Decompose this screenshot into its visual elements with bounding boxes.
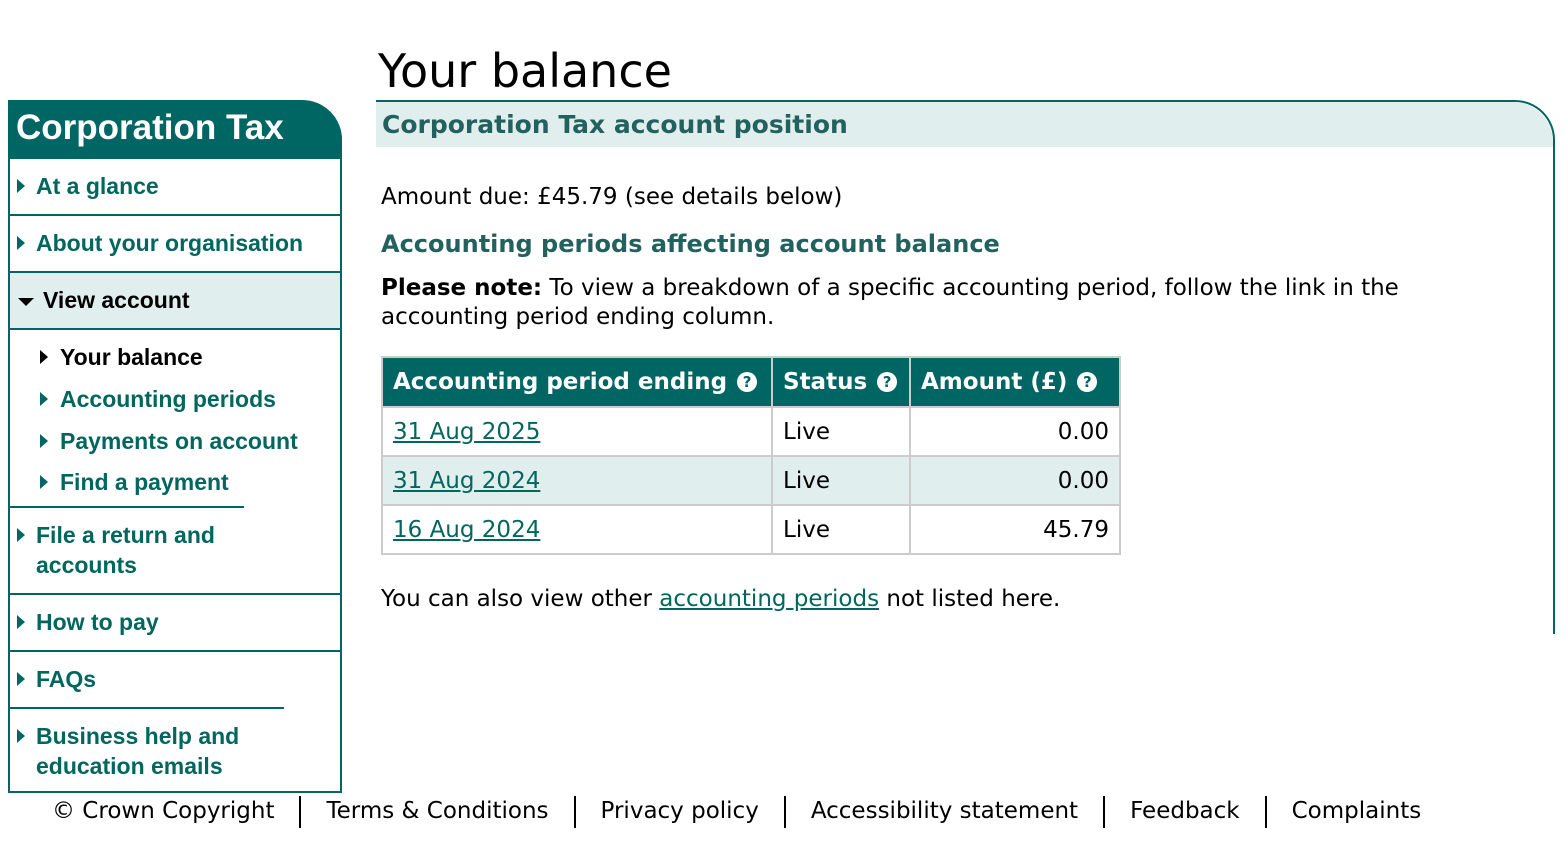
other-periods-text: You can also view other accounting perio… xyxy=(381,586,1060,612)
sidebar-nav: Corporation Tax At a glance About your o… xyxy=(8,100,342,793)
triangle-right-icon xyxy=(17,179,25,193)
footer-complaints-link[interactable]: Complaints xyxy=(1292,798,1422,830)
footer-privacy-link[interactable]: Privacy policy xyxy=(601,798,759,830)
divider xyxy=(299,796,302,828)
header-label: Accounting period ending xyxy=(393,369,728,395)
footer-terms-link[interactable]: Terms & Conditions xyxy=(326,798,548,830)
sidebar-subitem-accounting-periods[interactable]: Accounting periods xyxy=(10,378,340,420)
sidebar-subitem-find-payment[interactable]: Find a payment xyxy=(10,461,340,502)
sidebar-item-view-account[interactable]: View account xyxy=(10,271,340,328)
help-icon[interactable]: ? xyxy=(1077,372,1098,392)
triangle-right-icon xyxy=(40,350,48,364)
table-header-row: Accounting period ending? Status? Amount… xyxy=(381,356,1121,408)
amount-cell: 45.79 xyxy=(909,504,1121,555)
amount-due: Amount due: £45.79 (see details below) xyxy=(381,184,843,210)
triangle-right-icon xyxy=(40,475,48,489)
sidebar-item-label: At a glance xyxy=(36,173,159,199)
sidebar-title: Corporation Tax xyxy=(8,100,342,157)
amount-cell: 0.00 xyxy=(909,455,1121,506)
divider xyxy=(783,796,786,828)
header-label: Status xyxy=(783,369,868,395)
triangle-right-icon xyxy=(40,392,48,406)
header-amount: Amount (£)? xyxy=(909,356,1121,408)
sidebar-item-about-organisation[interactable]: About your organisation xyxy=(10,214,340,271)
sidebar-item-label: View account xyxy=(43,287,190,313)
sidebar-item-label: Business help and education emails xyxy=(36,723,240,779)
text: not listed here. xyxy=(879,586,1061,612)
sidebar-item-file-return[interactable]: File a return and accounts xyxy=(10,506,244,593)
table-row: 31 Aug 2025 Live 0.00 xyxy=(381,406,1121,457)
triangle-right-icon xyxy=(17,236,25,250)
table-row: 31 Aug 2024 Live 0.00 xyxy=(381,455,1121,506)
sidebar-item-at-a-glance[interactable]: At a glance xyxy=(10,157,340,214)
footer-copyright: © Crown Copyright xyxy=(52,798,275,824)
sidebar-item-label: Your balance xyxy=(60,344,203,370)
status-cell: Live xyxy=(771,504,911,555)
divider xyxy=(1264,796,1267,828)
note: Please note: To view a breakdown of a sp… xyxy=(381,274,1501,332)
triangle-down-icon xyxy=(18,298,34,306)
status-cell: Live xyxy=(771,455,911,506)
sidebar-submenu: Your balance Accounting periods Payments… xyxy=(10,328,340,506)
help-icon[interactable]: ? xyxy=(737,372,758,392)
divider xyxy=(1103,796,1106,828)
sidebar-item-faqs[interactable]: FAQs xyxy=(10,650,340,707)
periods-table: Accounting period ending? Status? Amount… xyxy=(381,356,1121,555)
help-icon[interactable]: ? xyxy=(877,372,898,392)
footer: © Crown Copyright Terms & Conditions Pri… xyxy=(52,796,1422,830)
triangle-right-icon xyxy=(40,434,48,448)
header-period: Accounting period ending? xyxy=(381,356,773,408)
sidebar-item-label: FAQs xyxy=(36,666,97,692)
sidebar-item-label: File a return and accounts xyxy=(36,522,215,578)
triangle-right-icon xyxy=(17,729,25,743)
footer-feedback-link[interactable]: Feedback xyxy=(1130,798,1240,830)
divider xyxy=(573,796,576,828)
triangle-right-icon xyxy=(17,528,25,542)
note-label: Please note: xyxy=(381,275,543,301)
accounting-periods-link[interactable]: accounting periods xyxy=(659,586,879,612)
triangle-right-icon xyxy=(17,672,25,686)
period-link[interactable]: 31 Aug 2025 xyxy=(393,419,540,445)
sidebar-item-label: About your organisation xyxy=(36,230,304,256)
sidebar-item-business-help[interactable]: Business help and education emails xyxy=(10,707,284,791)
period-link[interactable]: 16 Aug 2024 xyxy=(393,517,540,543)
sidebar-item-label: How to pay xyxy=(36,609,159,635)
triangle-right-icon xyxy=(17,615,25,629)
amount-cell: 0.00 xyxy=(909,406,1121,457)
account-position-panel: Corporation Tax account position Amount … xyxy=(376,100,1555,634)
sidebar-item-label: Find a payment xyxy=(60,469,229,495)
sidebar-item-how-to-pay[interactable]: How to pay xyxy=(10,593,340,650)
sidebar-subitem-your-balance[interactable]: Your balance xyxy=(10,336,340,378)
sidebar-item-label: Payments on account xyxy=(60,428,298,454)
header-label: Amount (£) xyxy=(921,369,1068,395)
section-title: Accounting periods affecting account bal… xyxy=(381,230,1000,258)
text: You can also view other xyxy=(381,586,660,612)
page-title: Your balance xyxy=(378,44,672,98)
footer-accessibility-link[interactable]: Accessibility statement xyxy=(811,798,1078,830)
period-link[interactable]: 31 Aug 2024 xyxy=(393,468,540,494)
table-row: 16 Aug 2024 Live 45.79 xyxy=(381,504,1121,555)
header-status: Status? xyxy=(771,356,911,408)
sidebar-subitem-payments-on-account[interactable]: Payments on account xyxy=(10,420,340,461)
panel-title: Corporation Tax account position xyxy=(376,102,1553,147)
status-cell: Live xyxy=(771,406,911,457)
sidebar-item-label: Accounting periods xyxy=(60,386,276,412)
